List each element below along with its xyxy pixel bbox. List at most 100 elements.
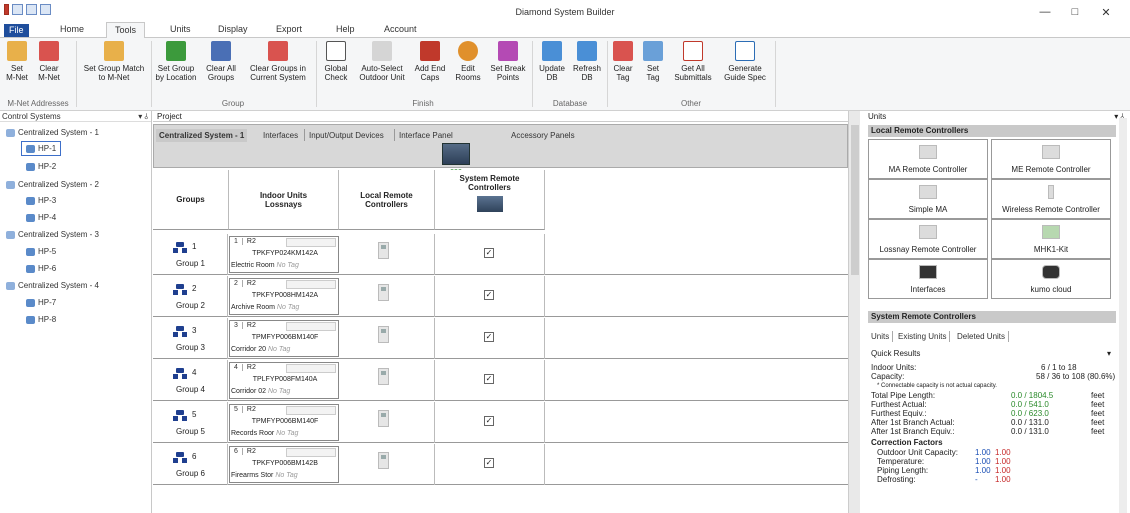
get-all-submittals-button[interactable]: Get All Submittals — [670, 41, 716, 82]
clear-groups-current-button[interactable]: Clear Groups in Current System — [242, 41, 314, 82]
tree-system-1[interactable]: Centralized System - 1 — [6, 127, 99, 138]
system-remote-checkbox[interactable]: ✓ — [484, 248, 494, 258]
tab-help[interactable]: Help — [328, 22, 363, 38]
tree-system-2[interactable]: Centralized System - 2 — [6, 179, 99, 190]
group-cell[interactable]: 6 Group 6 — [153, 444, 228, 485]
set-tag-button[interactable]: Set Tag — [640, 41, 666, 82]
tab-home[interactable]: Home — [52, 22, 92, 38]
interface-panel-image[interactable] — [442, 143, 470, 165]
indoor-unit-cell[interactable]: 6 R2 TPKFYP006BM142B Firearms Stor No Tag — [229, 446, 339, 483]
pin-icon[interactable]: ▾ — [1107, 349, 1111, 358]
header-tab-system[interactable]: Centralized System - 1 — [156, 129, 248, 142]
unit-me-remote[interactable]: ME Remote Controller — [991, 139, 1111, 179]
local-remote-cell[interactable] — [339, 318, 435, 359]
unit-wireless-remote[interactable]: Wireless Remote Controller — [991, 179, 1111, 219]
table-row[interactable]: 3 Group 3 3 R2 TPMFYP006BM140F Corridor 2… — [153, 318, 848, 359]
global-check-button[interactable]: Global Check — [318, 41, 354, 82]
tab-export[interactable]: Export — [268, 22, 310, 38]
generate-guide-spec-button[interactable]: Generate Guide Spec — [720, 41, 770, 82]
tree-hp-4[interactable]: HP-4 — [26, 212, 56, 223]
local-remote-cell[interactable] — [339, 234, 435, 275]
refresh-db-button[interactable]: Refresh DB — [570, 41, 604, 82]
minimize-button[interactable]: — — [1038, 6, 1052, 18]
table-row[interactable]: 1 Group 1 1 R2 TPKFYP024KM142A Electric R… — [153, 234, 848, 275]
close-button[interactable]: ✕ — [1099, 6, 1113, 19]
auto-select-outdoor-button[interactable]: Auto-Select Outdoor Unit — [356, 41, 408, 82]
maximize-button[interactable]: □ — [1068, 6, 1082, 18]
tab-tools[interactable]: Tools — [106, 22, 146, 39]
pin-icon[interactable]: ▾ ⫰ — [138, 111, 148, 122]
unit-tag[interactable]: No Tag — [276, 430, 298, 437]
tree-hp-8[interactable]: HP-8 — [26, 314, 56, 325]
indoor-unit-cell[interactable]: 3 R2 TPMFYP006BM140F Corridor 20 No Tag — [229, 320, 339, 357]
tab-units[interactable]: Units — [868, 331, 894, 342]
indoor-unit-cell[interactable]: 2 R2 TPKFYP008HM142A Archive Room No Tag — [229, 278, 339, 315]
table-row[interactable]: 6 Group 6 6 R2 TPKFYP006BM142B Firearms S… — [153, 444, 848, 485]
tree-hp-5[interactable]: HP-5 — [26, 246, 56, 257]
group-cell[interactable]: 2 Group 2 — [153, 276, 228, 317]
clear-all-groups-button[interactable]: Clear All Groups — [202, 41, 240, 82]
unit-tag[interactable]: No Tag — [275, 472, 297, 479]
tab-display[interactable]: Display — [210, 22, 256, 38]
unit-tag[interactable]: No Tag — [268, 388, 290, 395]
table-row[interactable]: 2 Group 2 2 R2 TPKFYP008HM142A Archive Ro… — [153, 276, 848, 317]
indoor-unit-cell[interactable]: 1 R2 TPKFYP024KM142A Electric Room No Tag — [229, 236, 339, 273]
unit-tag[interactable]: No Tag — [268, 346, 290, 353]
group-cell[interactable]: 5 Group 5 — [153, 402, 228, 443]
tree-hp-1[interactable]: HP-1 — [21, 141, 62, 156]
set-break-points-button[interactable]: Set Break Points — [488, 41, 528, 82]
indoor-unit-cell[interactable]: 5 R2 TPMFYP006BM140F Records Roor No Tag — [229, 404, 339, 441]
tree-hp-3[interactable]: HP-3 — [26, 195, 56, 206]
system-remote-checkbox[interactable]: ✓ — [484, 416, 494, 426]
clear-mnet-button[interactable]: Clear M-Net — [34, 41, 64, 82]
local-remote-cell[interactable] — [339, 444, 435, 485]
system-remote-checkbox[interactable]: ✓ — [484, 332, 494, 342]
local-remote-cell[interactable] — [339, 360, 435, 401]
group-cell[interactable]: 4 Group 4 — [153, 360, 228, 401]
tab-file[interactable]: File — [4, 24, 29, 37]
add-end-caps-button[interactable]: Add End Caps — [412, 41, 448, 82]
unit-mhk1-kit[interactable]: MHK1-Kit — [991, 219, 1111, 259]
update-db-button[interactable]: Update DB — [536, 41, 568, 82]
tab-account[interactable]: Account — [376, 22, 425, 38]
local-remote-cell[interactable] — [339, 276, 435, 317]
unit-tag[interactable]: No Tag — [277, 304, 299, 311]
unit-lossnay-remote[interactable]: Lossnay Remote Controller — [868, 219, 988, 259]
set-group-location-button[interactable]: Set Group by Location — [154, 41, 198, 82]
center-scrollbar[interactable] — [848, 111, 860, 513]
units-scrollbar[interactable] — [1119, 118, 1127, 513]
edit-rooms-button[interactable]: Edit Rooms — [452, 41, 484, 82]
group-cell[interactable]: 1 Group 1 — [153, 234, 228, 275]
set-group-match-button[interactable]: Set Group Match to M-Net — [78, 41, 150, 82]
system-remote-checkbox[interactable]: ✓ — [484, 374, 494, 384]
system-remote-checkbox[interactable]: ✓ — [484, 458, 494, 468]
table-row[interactable]: 4 Group 4 4 R2 TPLFYP008FM140A Corridor 0… — [153, 360, 848, 401]
update-db-icon — [542, 41, 562, 61]
scroll-thumb[interactable] — [851, 125, 859, 275]
indoor-unit-cell[interactable]: 4 R2 TPLFYP008FM140A Corridor 02 No Tag — [229, 362, 339, 399]
header-tab-accessory-panels[interactable]: Accessory Panels — [508, 129, 578, 142]
unit-tag[interactable]: No Tag — [277, 262, 299, 269]
clear-tag-button[interactable]: Clear Tag — [610, 41, 636, 82]
tab-deleted-units[interactable]: Deleted Units — [954, 331, 1010, 342]
local-remote-cell[interactable] — [339, 402, 435, 443]
tree-hp-6[interactable]: HP-6 — [26, 263, 56, 274]
header-tab-interfaces[interactable]: Interfaces — [260, 129, 301, 142]
unit-simple-ma[interactable]: Simple MA — [868, 179, 988, 219]
tab-units[interactable]: Units — [162, 22, 199, 38]
tab-existing-units[interactable]: Existing Units — [895, 331, 951, 342]
table-row[interactable]: 5 Group 5 5 R2 TPMFYP006BM140F Records Ro… — [153, 402, 848, 443]
group-cell[interactable]: 3 Group 3 — [153, 318, 228, 359]
tree-system-4[interactable]: Centralized System - 4 — [6, 280, 99, 291]
unit-ma-remote[interactable]: MA Remote Controller — [868, 139, 988, 179]
tree-hp-7[interactable]: HP-7 — [26, 297, 56, 308]
unit-kumo-cloud[interactable]: kumo cloud — [991, 259, 1111, 299]
tree-hp-2[interactable]: HP-2 — [26, 161, 56, 172]
tree-system-3[interactable]: Centralized System - 3 — [6, 229, 99, 240]
system-remote-checkbox[interactable]: ✓ — [484, 290, 494, 300]
set-mnet-button[interactable]: Set M-Net — [2, 41, 32, 82]
header-tab-io-devices[interactable]: Input/Output Devices — [306, 129, 387, 142]
unit-interfaces[interactable]: Interfaces — [868, 259, 988, 299]
tab-project[interactable]: Project — [153, 111, 848, 122]
header-tab-interface-panel[interactable]: Interface Panel — [396, 129, 456, 142]
